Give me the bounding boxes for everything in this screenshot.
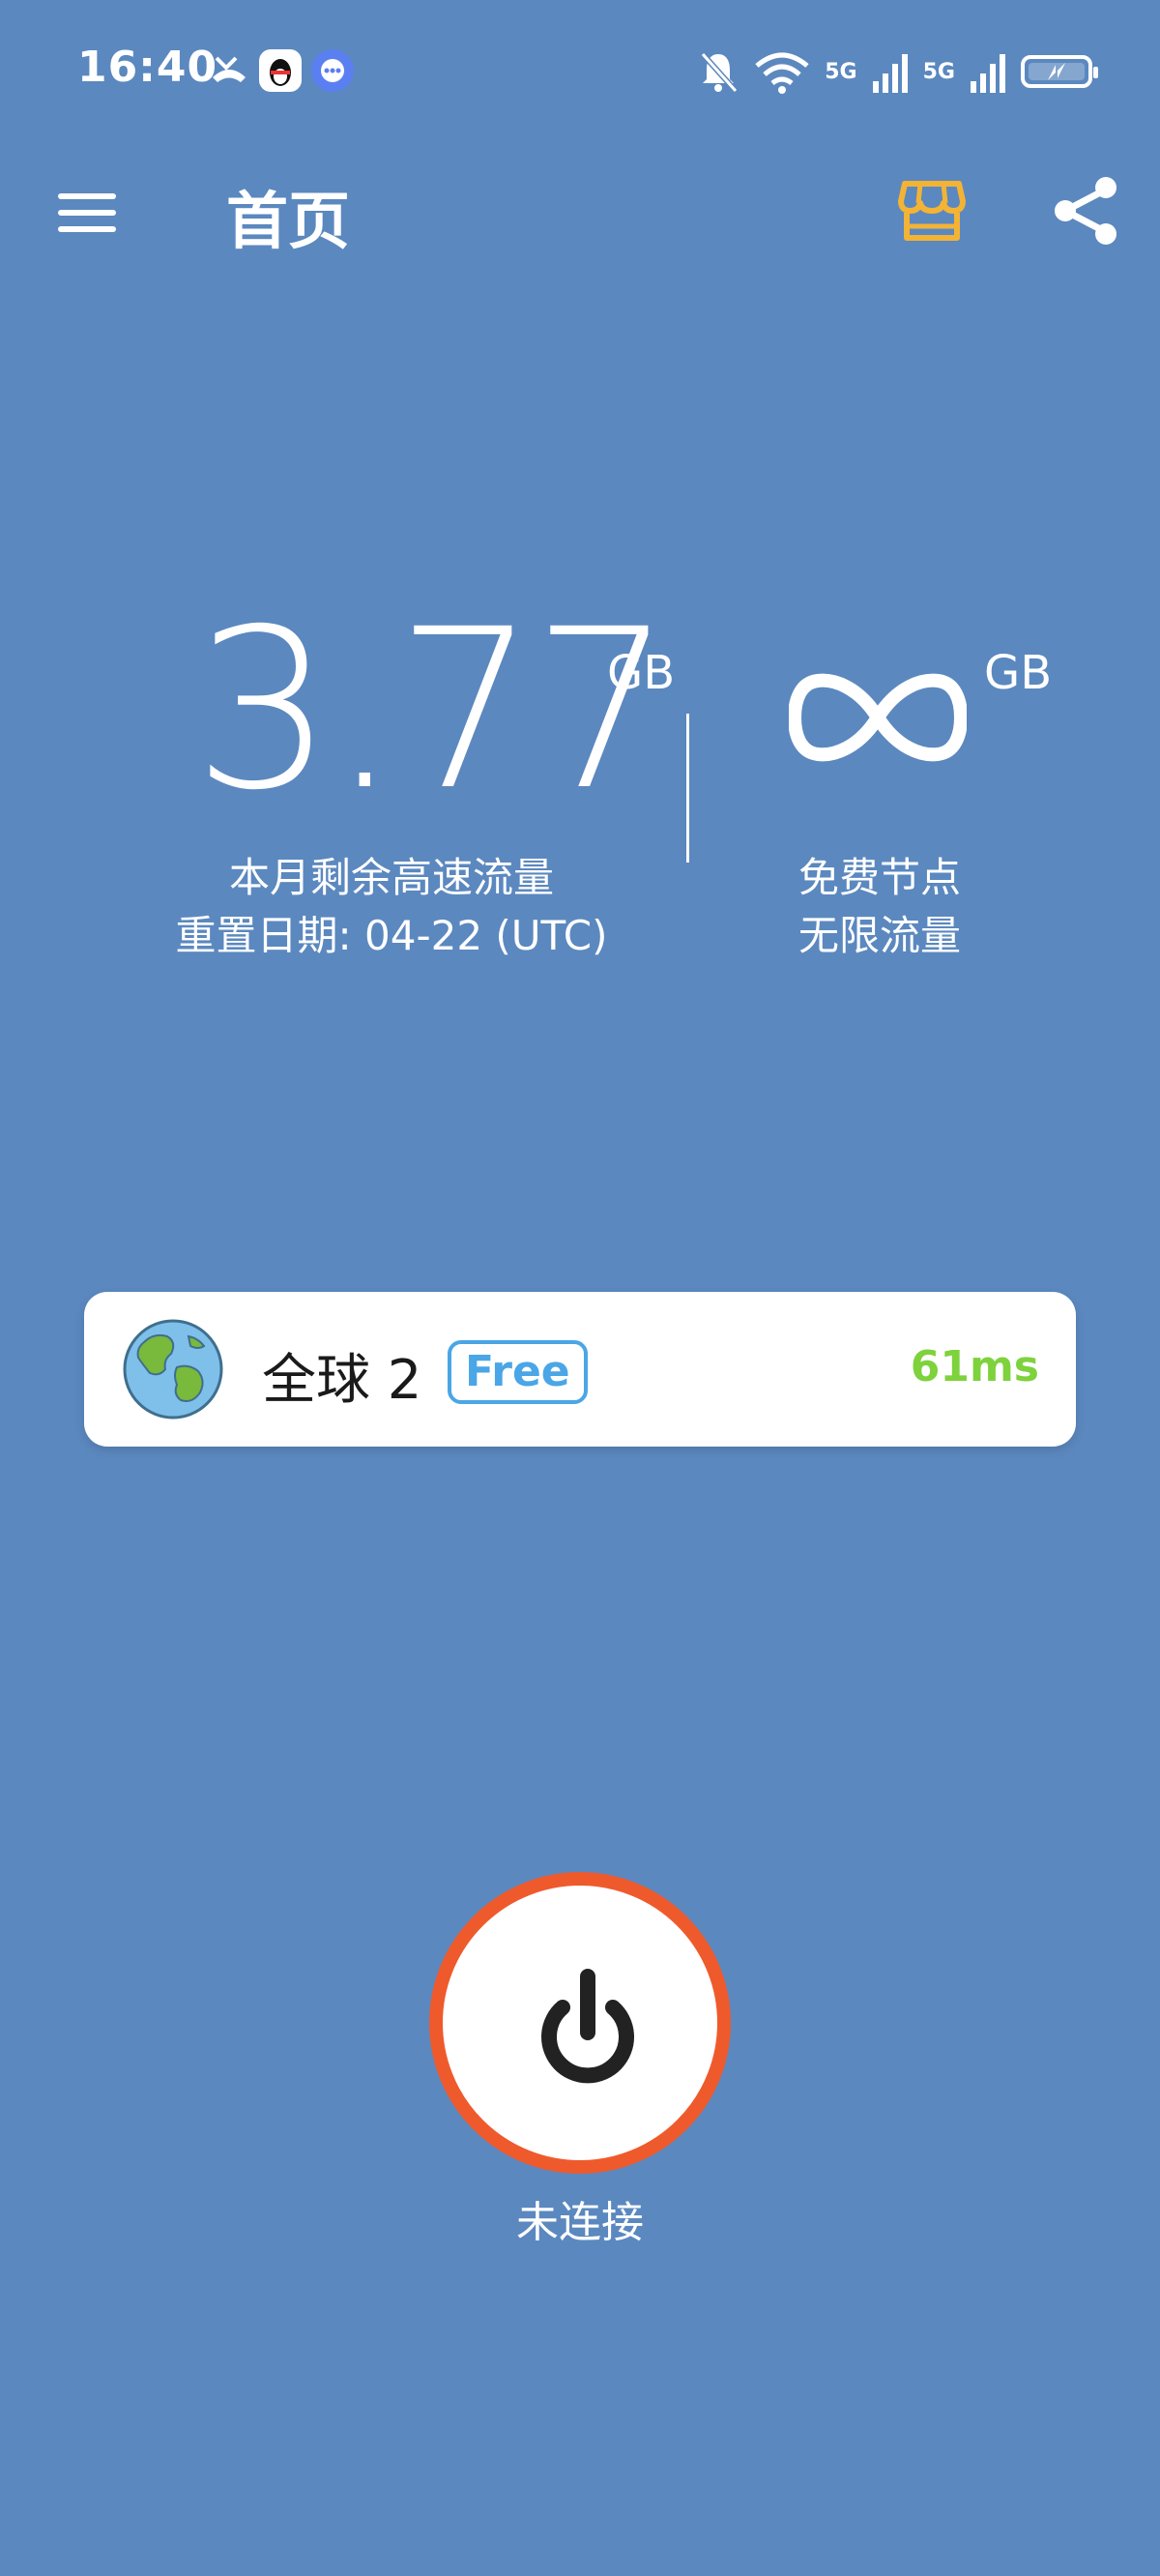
- server-selector-card[interactable]: 全球 2 Free 61ms: [84, 1292, 1076, 1447]
- page-title: 首页: [226, 187, 350, 258]
- app-bar: 首页: [0, 145, 1160, 280]
- status-bar: 16:40 5G 5G: [0, 0, 1160, 145]
- network-type-label: 5G: [922, 59, 955, 84]
- reset-date-label: 重置日期: 04-22 (UTC): [175, 912, 608, 959]
- remaining-traffic-label: 本月剩余高速流量: [228, 854, 554, 901]
- unlimited-traffic-label: 无限流量: [798, 912, 961, 959]
- remaining-traffic-value: 3.77: [193, 581, 673, 838]
- free-node-caption: 免费节点 无限流量: [735, 849, 1025, 965]
- connection-status: 未连接: [516, 2198, 644, 2247]
- remaining-traffic-caption: 本月剩余高速流量 重置日期: 04-22 (UTC): [145, 849, 638, 965]
- divider: [686, 714, 689, 863]
- server-name: 全球 2: [262, 1349, 422, 1412]
- menu-icon[interactable]: [54, 184, 122, 242]
- status-time: 16:40: [77, 43, 218, 92]
- connect-power-button[interactable]: [429, 1872, 731, 2174]
- battery-charging-icon: [1021, 55, 1098, 88]
- missed-call-icon: [213, 56, 246, 82]
- share-icon[interactable]: [1050, 174, 1121, 248]
- message-icon: [311, 49, 354, 92]
- free-badge: Free: [448, 1340, 588, 1404]
- network-type-label: 5G: [825, 59, 857, 84]
- store-icon[interactable]: [897, 176, 967, 246]
- wifi-icon: [755, 52, 809, 94]
- free-traffic-unit: GB: [984, 646, 1053, 700]
- signal-icon: [872, 54, 908, 93]
- globe-icon: [123, 1319, 223, 1420]
- status-icons: 5G 5G: [697, 44, 1098, 99]
- free-node-label: 免费节点: [798, 854, 961, 901]
- remaining-traffic-unit: GB: [607, 646, 676, 700]
- qq-icon: [259, 49, 302, 92]
- infinity-icon: [789, 673, 967, 762]
- signal-icon: [971, 54, 1005, 93]
- latency-value: 61ms: [910, 1342, 1039, 1391]
- power-icon: [541, 1969, 634, 2084]
- mute-bell-icon: [701, 51, 739, 94]
